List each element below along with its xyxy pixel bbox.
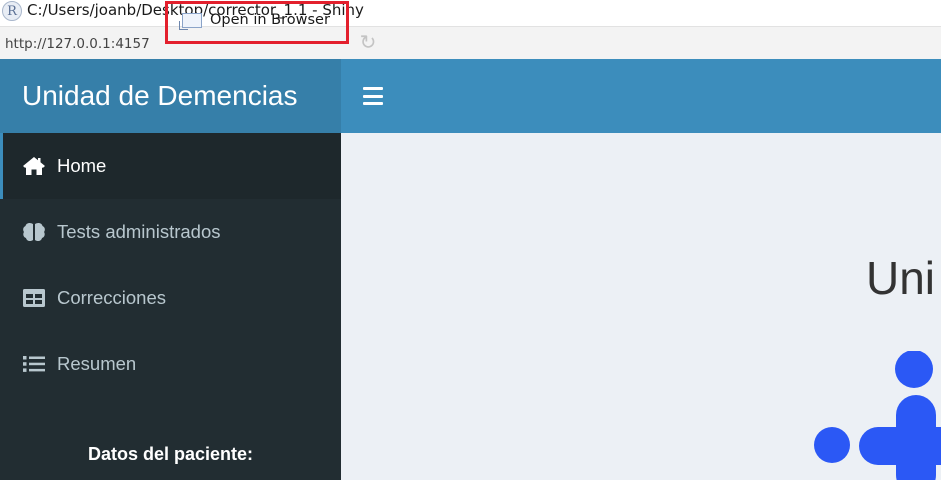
- home-icon: [22, 156, 46, 176]
- content-heading: Uni: [866, 252, 936, 304]
- app-logo[interactable]: Unidad de Demencias: [0, 59, 341, 133]
- sidebar-toggle-menu-icon[interactable]: [363, 87, 383, 105]
- main-content: Uni: [341, 133, 941, 480]
- sidebar-item-home[interactable]: Home: [0, 133, 341, 199]
- brain-icon: [22, 222, 46, 242]
- sidebar-item-correcciones[interactable]: Correcciones: [0, 265, 341, 331]
- app-logo-text: Unidad de Demencias: [22, 80, 298, 111]
- open-external-icon: [179, 12, 202, 30]
- patient-data-heading: Datos del paciente:: [87, 444, 254, 464]
- viewer-toolbar: http://127.0.0.1:4157 ↻: [0, 26, 941, 59]
- sidebar-item-label: Resumen: [57, 353, 137, 374]
- sidebar-item-label: Tests administrados: [57, 221, 221, 242]
- open-in-browser-button[interactable]: Open in Browser: [165, 1, 349, 44]
- list-icon: [22, 354, 46, 374]
- refresh-icon[interactable]: ↻: [357, 31, 379, 53]
- open-in-browser-label: Open in Browser: [210, 12, 330, 28]
- table-icon: [22, 288, 46, 308]
- sidebar-item-label: Home: [57, 155, 107, 176]
- unit-logo-image: [814, 351, 941, 480]
- sidebar-item-label: Correcciones: [57, 287, 166, 308]
- sidebar: Home Tests administrados Correcciones Re…: [0, 133, 341, 480]
- sidebar-item-tests-administrados[interactable]: Tests administrados: [0, 199, 341, 265]
- window-title-bar: R C:/Users/joanb/Desktop/corrector_1.1 -…: [0, 0, 941, 22]
- top-navbar: [341, 59, 941, 133]
- url-display: http://127.0.0.1:4157: [5, 36, 150, 52]
- r-app-icon: R: [2, 1, 22, 21]
- sidebar-item-resumen[interactable]: Resumen: [0, 331, 341, 397]
